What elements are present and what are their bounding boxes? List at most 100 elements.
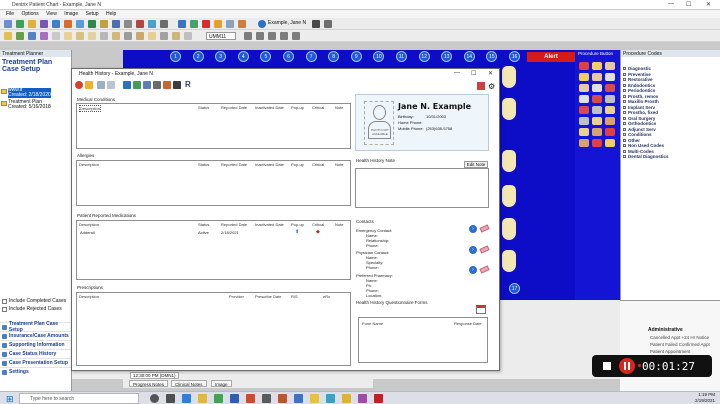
toolbar-icon[interactable] <box>148 32 156 40</box>
toolbar-icon[interactable] <box>324 20 332 28</box>
toolbar-icon[interactable] <box>4 20 12 28</box>
toolbar-icon[interactable] <box>100 32 108 40</box>
procedure-button-icon[interactable] <box>605 106 615 114</box>
patient-select-label[interactable]: Example, Jane N <box>268 20 306 26</box>
file-explorer-icon[interactable] <box>198 394 207 403</box>
procedure-button-icon[interactable] <box>592 106 602 114</box>
toolbar-icon[interactable] <box>163 81 171 89</box>
expand-box-icon[interactable] <box>623 100 626 104</box>
toolbar-icon[interactable] <box>226 20 234 28</box>
menu-view[interactable]: View <box>46 11 57 17</box>
toolbar-icon[interactable] <box>172 32 180 40</box>
expand-box-icon[interactable] <box>623 149 626 153</box>
toolbar-icon[interactable] <box>124 20 132 28</box>
questionnaire-grid[interactable]: Form Name Response Date <box>358 317 488 363</box>
column-header[interactable]: Status <box>198 222 209 227</box>
toolbar-icon[interactable] <box>256 32 264 40</box>
procedure-button-icon[interactable] <box>579 106 589 114</box>
toolbar-icon[interactable] <box>16 20 24 28</box>
patient-photo-placeholder[interactable]: PHOTO NOT AVAILABLE <box>364 101 394 145</box>
column-header[interactable]: Pop-up <box>291 222 304 227</box>
procedure-button-icon[interactable] <box>579 62 589 70</box>
taskbar-app-icon[interactable] <box>374 394 383 403</box>
taskbar-app-icon[interactable] <box>326 394 335 403</box>
toolbar-icon[interactable] <box>97 81 105 89</box>
toolbar-icon[interactable] <box>76 20 84 28</box>
toolbar-icon[interactable] <box>85 81 93 89</box>
column-header[interactable]: Status <box>198 105 209 110</box>
procedure-button-icon[interactable] <box>592 62 602 70</box>
column-header[interactable]: Critical <box>312 222 324 227</box>
expand-box-icon[interactable] <box>623 138 626 142</box>
taskbar-app-icon[interactable] <box>214 394 223 403</box>
column-header[interactable]: Description <box>79 222 99 227</box>
column-header[interactable]: eRx <box>323 294 330 299</box>
menu-file[interactable]: File <box>6 11 14 17</box>
column-header[interactable]: Note <box>335 162 343 167</box>
column-header[interactable]: R/S <box>291 294 298 299</box>
expand-box-icon[interactable] <box>623 94 626 98</box>
plan-item[interactable]: Treatment Plan Created: 5/16/2018 <box>1 100 51 110</box>
medical-conditions-grid[interactable]: Description Status Reported Date Inactiv… <box>76 103 351 149</box>
expand-box-icon[interactable] <box>623 133 626 137</box>
column-header[interactable]: Prescribe Date <box>255 294 281 299</box>
toolbar-icon[interactable] <box>190 20 198 28</box>
link-presentation-setup[interactable]: Case Presentation Setup <box>0 358 72 367</box>
expand-box-icon[interactable] <box>623 67 626 71</box>
tab-image[interactable]: Image <box>211 380 232 387</box>
task-view-icon[interactable] <box>166 394 175 403</box>
toolbar-icon[interactable] <box>28 32 36 40</box>
procedure-button-icon[interactable] <box>605 84 615 92</box>
toolbar-icon[interactable] <box>28 20 36 28</box>
link-settings[interactable]: Settings <box>0 367 72 376</box>
link-supporting[interactable]: Supporting Information <box>0 340 72 349</box>
medications-grid[interactable]: Description Status Reported Date Inactiv… <box>76 220 351 280</box>
toolbar-icon[interactable] <box>112 32 120 40</box>
toolbar-icon[interactable] <box>107 81 115 89</box>
dialog-close-icon[interactable]: ✕ <box>488 70 493 77</box>
pause-recording-icon[interactable] <box>619 358 635 374</box>
column-header[interactable]: Description <box>79 162 99 167</box>
toolbar-icon[interactable] <box>16 32 24 40</box>
taskbar-app-icon[interactable] <box>342 394 351 403</box>
edge-icon[interactable] <box>182 394 191 403</box>
toolbar-icon[interactable] <box>123 81 131 89</box>
procedure-button-icon[interactable] <box>592 95 602 103</box>
expand-box-icon[interactable] <box>623 72 626 76</box>
link-insurance[interactable]: Insurance/Case Amounts <box>0 331 72 340</box>
physician-select-arrow-icon[interactable]: › <box>469 246 477 254</box>
column-header[interactable]: Critical <box>312 162 324 167</box>
stop-recording-icon[interactable] <box>603 362 611 370</box>
procedure-code-category[interactable]: Dental Diagnostics <box>623 154 719 160</box>
emergency-eraser-icon[interactable] <box>479 224 490 233</box>
expand-box-icon[interactable] <box>623 122 626 126</box>
column-header[interactable]: Description <box>79 294 99 299</box>
toolbar-icon[interactable] <box>292 32 300 40</box>
rx-icon[interactable]: R <box>185 80 191 89</box>
link-status-history[interactable]: Case Status History <box>0 349 72 358</box>
toolbar-icon[interactable] <box>4 32 12 40</box>
toolbar-icon[interactable] <box>268 32 276 40</box>
windows-start-icon[interactable]: ⊞ <box>6 394 14 404</box>
toolbar-icon[interactable] <box>143 81 151 89</box>
toolbar-icon[interactable] <box>64 20 72 28</box>
toolbar-icon[interactable] <box>160 32 168 40</box>
column-header[interactable]: Pop-up <box>291 162 304 167</box>
menu-options[interactable]: Options <box>21 11 38 17</box>
cortana-icon[interactable] <box>150 394 159 403</box>
toolbar-icon[interactable] <box>178 20 186 28</box>
toolbar-icon[interactable] <box>133 81 141 89</box>
settings-gear-icon[interactable]: ⚙ <box>488 82 495 91</box>
pharmacy-eraser-icon[interactable] <box>479 265 490 274</box>
expand-box-icon[interactable] <box>623 78 626 82</box>
toolbar-icon[interactable] <box>280 32 288 40</box>
taskbar-app-icon[interactable] <box>278 394 287 403</box>
toolbar-icon[interactable] <box>136 32 144 40</box>
toolbar-icon[interactable] <box>136 20 144 28</box>
toolbar-icon[interactable] <box>214 20 222 28</box>
tab-progress-notes[interactable]: Progress Notes <box>129 380 169 387</box>
taskbar-app-icon[interactable] <box>294 394 303 403</box>
toolbar-icon[interactable] <box>64 32 72 40</box>
tab-clinical-notes[interactable]: Clinical Notes <box>171 380 207 387</box>
menu-setup[interactable]: Setup <box>86 11 99 17</box>
